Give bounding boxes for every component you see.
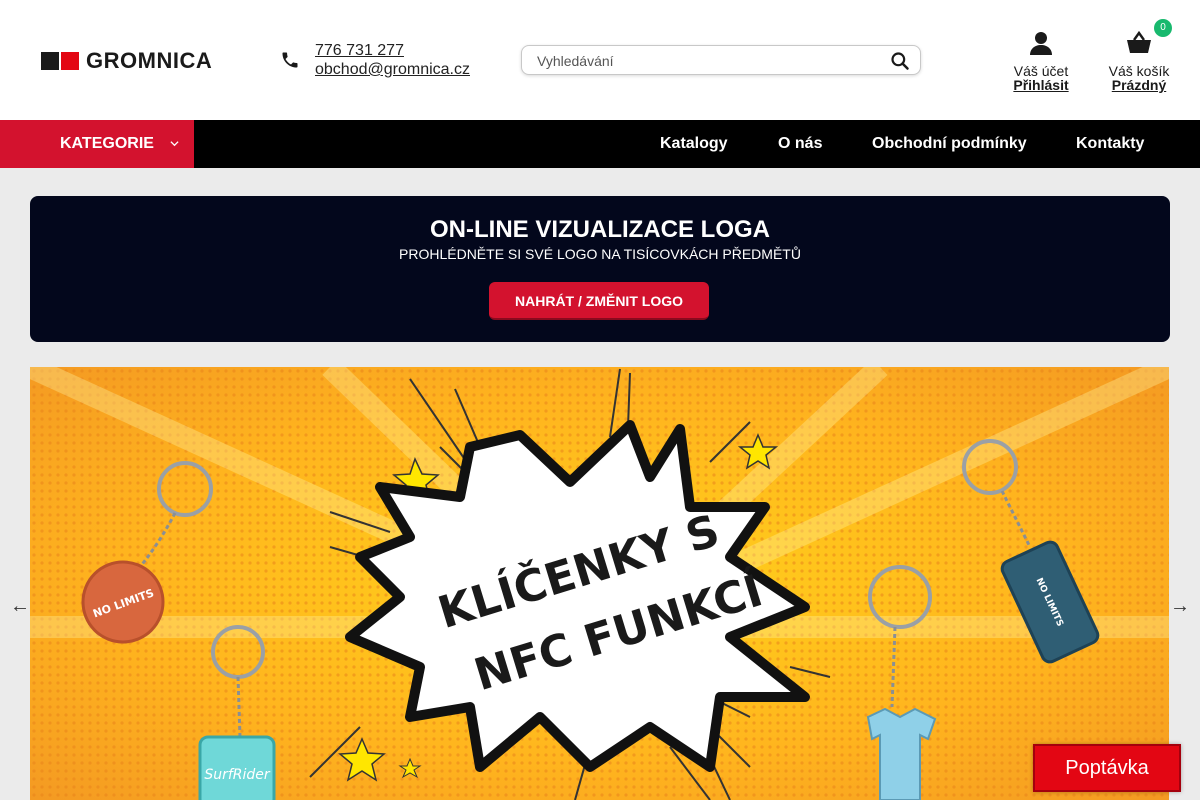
hero-slide[interactable]: KLÍČENKY S NFC FUNKCÍ NO LIMITS SurfRide…: [30, 367, 1169, 800]
search-input[interactable]: [537, 52, 877, 70]
user-icon: [1030, 32, 1052, 55]
cart-widget[interactable]: 0 Váš košík Prázdný: [1104, 19, 1174, 92]
categories-button[interactable]: KATEGORIE: [0, 120, 194, 168]
hero-slide-art: KLÍČENKY S NFC FUNKCÍ NO LIMITS SurfRide…: [30, 367, 1169, 800]
contact-block: 776 731 277 obchod@gromnica.cz: [280, 41, 470, 79]
search-box: [521, 45, 921, 75]
upload-logo-button[interactable]: NAHRÁT / ZMĚNIT LOGO: [489, 282, 709, 320]
login-link[interactable]: Přihlásit: [1006, 78, 1076, 92]
site-header: GROMNICA 776 731 277 obchod@gromnica.cz …: [0, 0, 1200, 120]
categories-label: KATEGORIE: [60, 135, 154, 152]
logo-black-square: [41, 52, 59, 70]
logo-visualization-banner: ON-LINE VIZUALIZACE LOGA PROHLÉDNĚTE SI …: [30, 196, 1170, 342]
phone-icon: [282, 52, 298, 68]
slider-prev-arrow[interactable]: ←: [10, 594, 30, 618]
account-widget[interactable]: Váš účet Přihlásit: [1006, 30, 1076, 92]
main-nav: KATEGORIE Katalogy O nás Obchodní podmín…: [0, 120, 1200, 168]
search-icon[interactable]: [890, 51, 910, 71]
cart-count-badge: 0: [1154, 19, 1172, 37]
gromnica-logo[interactable]: GROMNICA: [41, 48, 213, 73]
logo-red-square: [61, 52, 79, 70]
nav-item-obchodni-podminky[interactable]: Obchodní podmínky: [872, 120, 1027, 168]
nav-item-kontakty[interactable]: Kontakty: [1076, 120, 1144, 168]
logo-text: GROMNICA: [86, 48, 213, 73]
email-link[interactable]: obchod@gromnica.cz: [315, 60, 470, 79]
nav-item-katalogy[interactable]: Katalogy: [660, 120, 728, 168]
promo-title: ON-LINE VIZUALIZACE LOGA: [430, 216, 770, 243]
phone-link[interactable]: 776 731 277: [315, 41, 470, 60]
cart-status-link[interactable]: Prázdný: [1104, 78, 1174, 92]
slider-next-arrow[interactable]: →: [1170, 594, 1190, 618]
basket-icon: [1127, 30, 1151, 53]
quote-request-button[interactable]: Poptávka: [1033, 744, 1181, 792]
chevron-down-icon: [170, 141, 179, 147]
promo-subtitle: PROHLÉDNĚTE SI SVÉ LOGO NA TISÍCOVKÁCH P…: [399, 246, 801, 262]
nav-item-o-nas[interactable]: O nás: [778, 120, 822, 168]
keychain-text-2: SurfRider: [204, 767, 271, 783]
